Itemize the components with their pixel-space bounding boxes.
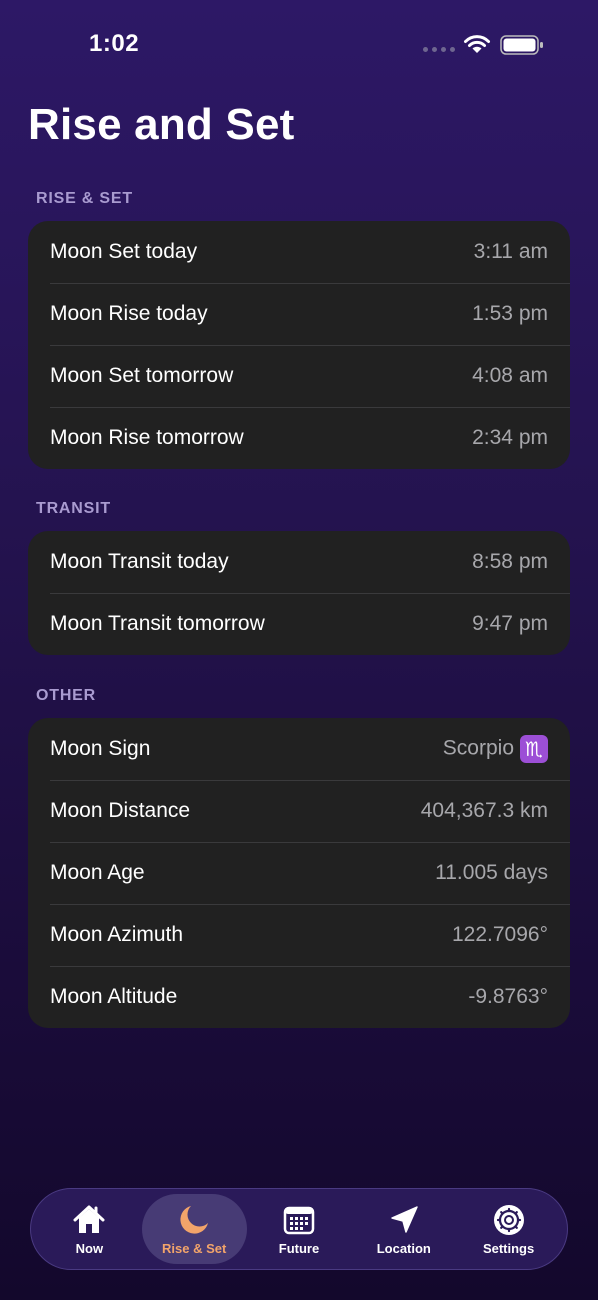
row-label: Moon Rise today [50,302,208,325]
other-card: Moon Sign Scorpio ♏ Moon Distance 404,367… [28,718,570,1028]
status-time: 1:02 [89,30,140,57]
tab-future[interactable]: Future [247,1194,352,1264]
status-bar: 1:02 [0,0,598,90]
row-label: Moon Transit tomorrow [50,612,265,635]
tab-bar: Now Rise & Set Future Location Settings [30,1188,568,1270]
row-label: Moon Sign [50,737,151,760]
list-item: Moon Azimuth 122.7096° [28,904,570,966]
row-label: Moon Altitude [50,985,178,1008]
row-value: 11.005 days [435,861,548,884]
section-header-rise-set: RISE & SET [36,190,133,207]
list-item: Moon Sign Scorpio ♏ [28,718,570,780]
cellular-signal-icon [423,47,455,52]
row-label: Moon Age [50,861,145,884]
row-label: Moon Transit today [50,550,229,573]
row-value: 4:08 am [472,364,548,387]
row-label: Moon Rise tomorrow [50,426,244,449]
row-label: Moon Set tomorrow [50,364,234,387]
tab-settings[interactable]: Settings [456,1194,561,1264]
row-label: Moon Distance [50,799,191,822]
section-header-transit: TRANSIT [36,500,111,517]
row-value: -9.8763° [468,985,548,1008]
list-item: Moon Age 11.005 days [28,842,570,904]
row-value: 3:11 am [473,240,548,263]
list-item: Moon Distance 404,367.3 km [28,780,570,842]
list-item: Moon Altitude -9.8763° [28,966,570,1028]
page-title: Rise and Set [28,100,295,149]
section-header-other: OTHER [36,687,96,704]
list-item: Moon Set today 3:11 am [28,221,570,283]
row-value: 8:58 pm [472,550,548,573]
list-item: Moon Set tomorrow 4:08 am [28,345,570,407]
row-value: 122.7096° [452,923,548,946]
rise-set-card: Moon Set today 3:11 am Moon Rise today 1… [28,221,570,469]
battery-icon [500,35,543,55]
moon-icon [180,1205,209,1234]
row-value: 1:53 pm [472,302,548,325]
house-icon [73,1205,105,1233]
tab-label: Now [75,1240,104,1256]
list-item: Moon Rise today 1:53 pm [28,283,570,345]
row-value: Scorpio ♏ [443,735,548,763]
transit-card: Moon Transit today 8:58 pm Moon Transit … [28,531,570,655]
tab-label: Future [278,1240,320,1256]
row-value: 404,367.3 km [420,799,548,822]
tab-label: Location [376,1240,431,1256]
wifi-icon [464,35,490,53]
moon-sign-value: Scorpio [442,736,514,760]
tab-location[interactable]: Location [351,1194,456,1264]
scorpio-sign-icon: ♏ [520,735,548,763]
list-item: Moon Rise tomorrow 2:34 pm [28,407,570,469]
row-value: 9:47 pm [472,612,548,635]
calendar-icon [283,1206,315,1234]
row-label: Moon Azimuth [50,923,184,946]
list-item: Moon Transit tomorrow 9:47 pm [28,593,570,655]
tab-rise-set[interactable]: Rise & Set [141,1194,247,1264]
row-value: 2:34 pm [472,426,548,449]
gear-icon [493,1204,524,1235]
location-arrow-icon [391,1205,418,1233]
list-item: Moon Transit today 8:58 pm [28,531,570,593]
row-label: Moon Set today [50,240,198,263]
tab-label: Rise & Set [162,1240,227,1256]
tab-label: Settings [482,1240,535,1256]
tab-now[interactable]: Now [37,1194,142,1264]
